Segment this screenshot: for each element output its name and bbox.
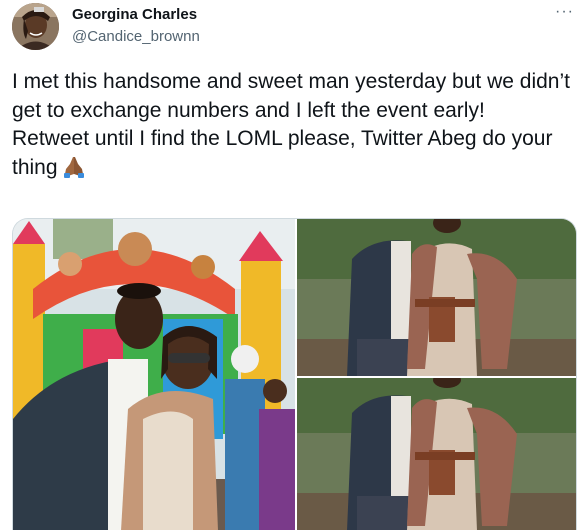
author-handle[interactable]: @Candice_brownn [72, 28, 200, 45]
avatar-photo-icon [12, 3, 59, 50]
author-display-name[interactable]: Georgina Charles [72, 6, 197, 23]
tweet-text-line2-wrap: Retweet until I find the LOML please, Tw… [12, 125, 572, 186]
more-options-icon[interactable]: ··· [555, 3, 574, 21]
tweet-text: I met this handsome and sweet man yester… [12, 68, 572, 186]
photo-couple-outdoors-top[interactable] [297, 219, 576, 376]
tweet-text-line1: I met this handsome and sweet man yester… [12, 70, 570, 122]
tweet-card: Georgina Charles @Candice_brownn ··· I m… [0, 0, 586, 530]
photo-bouncy-castle-couple[interactable] [13, 219, 295, 530]
folded-hands-emoji-icon [62, 154, 86, 187]
tweet-media-grid [12, 218, 577, 530]
photo-couple-outdoors-bottom[interactable] [297, 378, 576, 530]
tweet-text-line2: Retweet until I find the LOML please, Tw… [12, 127, 553, 179]
author-avatar[interactable] [12, 3, 59, 50]
